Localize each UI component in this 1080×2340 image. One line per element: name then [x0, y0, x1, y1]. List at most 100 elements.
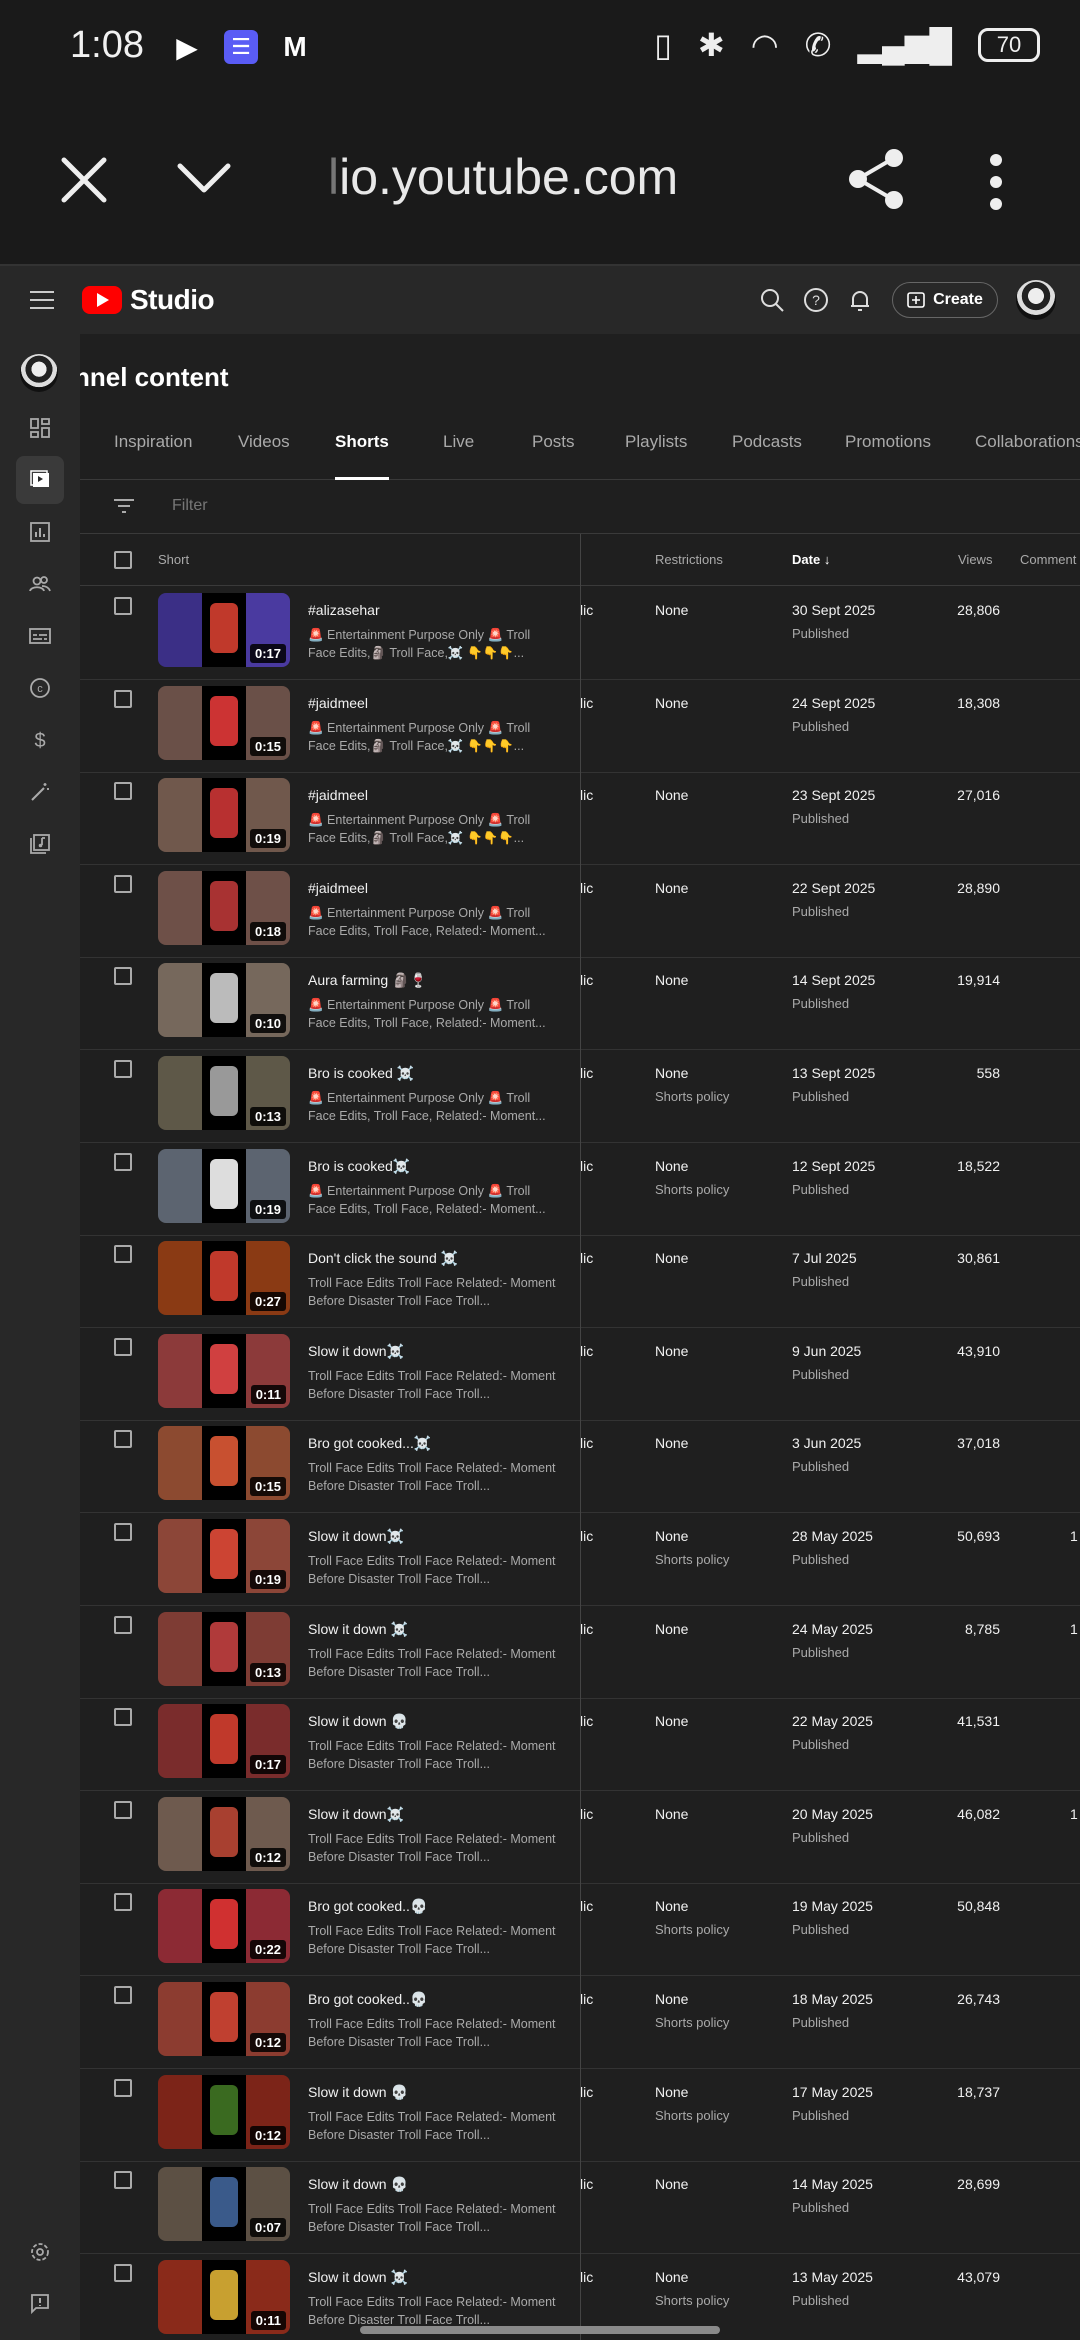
video-thumbnail[interactable]: 0:12 — [158, 1982, 290, 2056]
video-title[interactable]: Slow it down☠️ — [308, 1343, 404, 1360]
url-bar[interactable]: lio.youtube.com — [328, 148, 678, 206]
menu-icon[interactable] — [30, 290, 54, 310]
sidebar-item-analytics[interactable] — [16, 508, 64, 556]
video-title[interactable]: #jaidmeel — [308, 787, 368, 803]
tab-videos[interactable]: Videos — [238, 424, 290, 480]
filter-bar[interactable]: Filter — [80, 480, 1080, 534]
video-title[interactable]: Slow it down ☠️ — [308, 2269, 408, 2286]
video-thumbnail[interactable]: 0:15 — [158, 1426, 290, 1501]
visibility-value[interactable]: lic — [580, 1713, 593, 1729]
visibility-value[interactable]: lic — [580, 1435, 593, 1451]
row-checkbox[interactable] — [114, 1800, 132, 1819]
restrictions-detail[interactable]: Shorts policy — [655, 2108, 729, 2123]
sidebar-item-customization[interactable] — [16, 768, 64, 816]
row-checkbox[interactable] — [114, 1060, 132, 1078]
video-title[interactable]: #jaidmeel — [308, 880, 368, 896]
tab-collaborations[interactable]: Collaborations — [975, 424, 1080, 480]
sidebar-item-community[interactable] — [16, 560, 64, 608]
row-checkbox[interactable] — [114, 2263, 132, 2282]
restrictions-detail[interactable]: Shorts policy — [655, 2015, 729, 2030]
restrictions-detail[interactable]: Shorts policy — [655, 1089, 729, 1104]
sidebar-item-earn[interactable]: $ — [16, 716, 64, 764]
video-thumbnail[interactable]: 0:12 — [158, 1796, 290, 1871]
visibility-value[interactable]: lic — [580, 1621, 593, 1637]
visibility-value[interactable]: lic — [580, 1250, 593, 1266]
sidebar-item-settings[interactable] — [16, 2228, 64, 2276]
horizontal-scrollbar[interactable] — [360, 2326, 720, 2334]
share-icon[interactable] — [846, 148, 908, 210]
video-title[interactable]: Slow it down ☠️ — [308, 1621, 408, 1638]
video-thumbnail[interactable]: 0:18 — [158, 870, 290, 945]
video-thumbnail[interactable]: 0:19 — [158, 778, 290, 853]
video-thumbnail[interactable]: 0:07 — [158, 2167, 290, 2242]
header-restrictions[interactable]: Restrictions — [655, 552, 723, 567]
more-vert-icon[interactable] — [985, 152, 1007, 212]
sidebar-item-feedback[interactable] — [16, 2280, 64, 2328]
video-title[interactable]: Slow it down 💀 — [308, 1713, 408, 1730]
video-title[interactable]: Slow it down☠️ — [308, 1806, 404, 1823]
row-checkbox[interactable] — [114, 1986, 132, 2004]
row-checkbox[interactable] — [114, 1337, 132, 1356]
row-checkbox[interactable] — [114, 782, 132, 801]
create-button[interactable]: Create — [892, 282, 998, 318]
sidebar-item-content[interactable] — [16, 456, 64, 504]
header-comments[interactable]: Comment — [1020, 552, 1076, 567]
video-thumbnail[interactable]: 0:19 — [158, 1519, 290, 1593]
filter-icon[interactable] — [114, 498, 134, 514]
help-icon[interactable]: ? — [802, 286, 830, 314]
tab-shorts[interactable]: Shorts — [335, 424, 389, 480]
sidebar-item-dashboard[interactable] — [16, 404, 64, 452]
row-checkbox[interactable] — [114, 2171, 132, 2190]
select-all-checkbox[interactable] — [114, 551, 132, 569]
row-checkbox[interactable] — [114, 1615, 132, 1634]
row-checkbox[interactable] — [114, 1523, 132, 1541]
video-title[interactable]: Bro is cooked ☠️ — [308, 1065, 414, 1082]
visibility-value[interactable]: lic — [580, 1528, 593, 1544]
visibility-value[interactable]: lic — [580, 1065, 593, 1081]
restrictions-detail[interactable]: Shorts policy — [655, 1922, 729, 1937]
account-avatar[interactable] — [1016, 280, 1056, 320]
video-thumbnail[interactable]: 0:11 — [158, 1333, 290, 1408]
row-checkbox[interactable] — [114, 597, 132, 615]
sidebar-item-copyright[interactable]: c — [16, 664, 64, 712]
visibility-value[interactable]: lic — [580, 972, 593, 988]
row-checkbox[interactable] — [114, 1430, 132, 1449]
close-icon[interactable] — [56, 152, 112, 208]
video-thumbnail[interactable]: 0:17 — [158, 1704, 290, 1779]
sidebar-item-audio-library[interactable] — [16, 820, 64, 868]
row-checkbox[interactable] — [114, 967, 132, 986]
visibility-value[interactable]: lic — [580, 2176, 593, 2192]
notifications-icon[interactable] — [846, 286, 874, 314]
channel-avatar[interactable] — [20, 354, 58, 392]
search-icon[interactable] — [758, 286, 786, 314]
tab-promotions[interactable]: Promotions — [845, 424, 931, 480]
tab-playlists[interactable]: Playlists — [625, 424, 687, 480]
video-thumbnail[interactable]: 0:17 — [158, 593, 290, 667]
video-thumbnail[interactable]: 0:12 — [158, 2074, 290, 2149]
visibility-value[interactable]: lic — [580, 787, 593, 803]
visibility-value[interactable]: lic — [580, 1898, 593, 1914]
visibility-value[interactable]: lic — [580, 1158, 593, 1174]
video-title[interactable]: Slow it down 💀 — [308, 2176, 408, 2193]
row-checkbox[interactable] — [114, 874, 132, 893]
visibility-value[interactable]: lic — [580, 2084, 593, 2100]
row-checkbox[interactable] — [114, 2078, 132, 2097]
video-title[interactable]: Aura farming 🗿🍷 — [308, 972, 427, 989]
sidebar-item-subtitles[interactable] — [16, 612, 64, 660]
video-title[interactable]: #alizasehar — [308, 602, 380, 618]
row-checkbox[interactable] — [114, 1893, 132, 1912]
visibility-value[interactable]: lic — [580, 2269, 593, 2285]
video-title[interactable]: Bro is cooked☠️ — [308, 1158, 410, 1175]
video-thumbnail[interactable]: 0:27 — [158, 1241, 290, 1316]
video-thumbnail[interactable]: 0:15 — [158, 685, 290, 760]
studio-logo[interactable]: Studio — [82, 284, 215, 316]
video-title[interactable]: Bro got cooked..💀 — [308, 1898, 427, 1915]
video-title[interactable]: Slow it down 💀 — [308, 2084, 408, 2101]
tab-inspiration[interactable]: Inspiration — [114, 424, 192, 480]
video-title[interactable]: Slow it down☠️ — [308, 1528, 404, 1545]
visibility-value[interactable]: lic — [580, 1806, 593, 1822]
video-thumbnail[interactable]: 0:10 — [158, 963, 290, 1038]
visibility-value[interactable]: lic — [580, 880, 593, 896]
header-date[interactable]: Date ↓ — [792, 552, 830, 567]
video-thumbnail[interactable]: 0:11 — [158, 2259, 290, 2334]
